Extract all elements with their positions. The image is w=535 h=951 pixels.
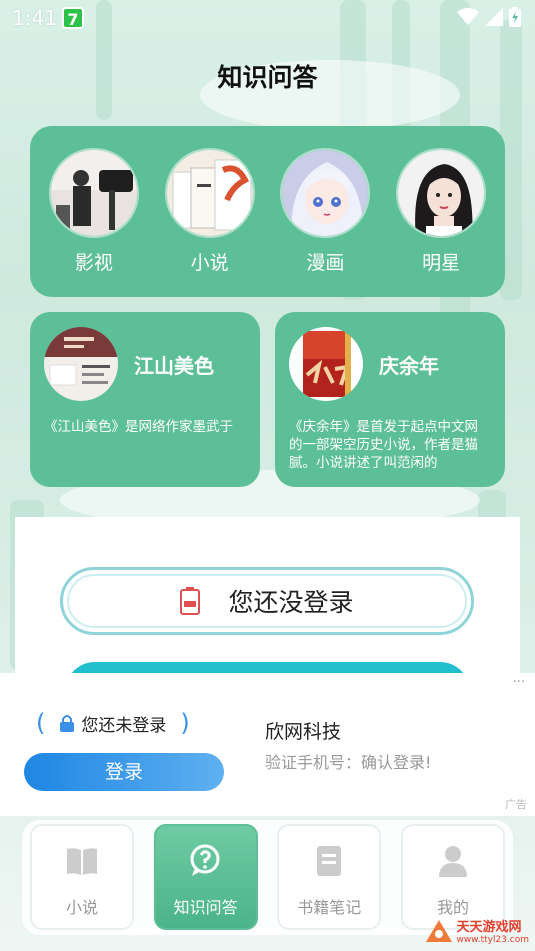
left-paren-decoration: ( — [36, 709, 46, 737]
book-icon — [67, 848, 97, 875]
person-icon — [438, 846, 467, 877]
books-photo — [164, 148, 255, 238]
category-label: 漫画 — [306, 252, 345, 274]
tab-label: 我的 — [436, 898, 469, 917]
status-bar: 1:41 7 — [0, 0, 535, 36]
note-icon — [317, 846, 342, 876]
wifi-icon — [457, 8, 479, 25]
anime-girl-photo — [280, 148, 371, 238]
book-header: 江山美色 — [44, 326, 246, 402]
tab-mine[interactable]: 我的 — [400, 824, 505, 930]
book-title: 庆余年 — [379, 353, 439, 378]
book-card[interactable]: 江山美色 《江山美色》是网络作家墨武于 — [30, 312, 260, 487]
tab-label: 书籍笔记 — [297, 898, 362, 917]
login-prompt-label: 您还没登录 — [228, 588, 354, 617]
ad-more-icon[interactable]: ··· — [513, 675, 525, 690]
category-novel[interactable]: 小说 — [160, 148, 260, 297]
battery-icon — [509, 7, 521, 27]
category-celebrity[interactable]: 明星 — [391, 148, 491, 297]
book-card[interactable]: 庆余年 《庆余年》是首发于起点中文网的一部架空历史小说，作者是猫腻。小说讲述了叫… — [275, 312, 505, 487]
tab-label: 知识问答 — [173, 898, 238, 917]
page-title: 知识问答 — [217, 63, 318, 92]
ad-login-status: ( 您还未登录 ) — [36, 709, 190, 737]
ad-banner[interactable]: ··· ( 您还未登录 ) 登录 欣网科技 验证手机号：确认登录! 广告 — [0, 673, 535, 816]
watermark-name: 天天游戏网 — [456, 920, 522, 935]
app-notification-icon: 7 — [62, 7, 84, 29]
signal-icon — [485, 8, 503, 26]
site-watermark: 天天游戏网 www.ttyl23.com — [426, 916, 529, 945]
watermark-logo-icon — [426, 919, 453, 942]
ad-status-text: 您还未登录 — [81, 715, 167, 736]
book-description: 《江山美色》是网络作家墨武于 — [44, 419, 233, 435]
system-icons — [457, 7, 521, 27]
right-paren-decoration: ) — [180, 709, 190, 737]
film-camera-photo — [48, 148, 139, 238]
tab-notes[interactable]: 书籍笔记 — [277, 824, 382, 930]
category-label: 明星 — [422, 252, 461, 274]
login-panel: 您还没登录 — [15, 517, 520, 692]
book-title: 江山美色 — [134, 353, 214, 378]
category-card: 影视 小说 漫画 明星 — [30, 126, 505, 297]
watermark-url: www.ttyl23.com — [456, 935, 529, 945]
tab-novel[interactable]: 小说 — [30, 824, 134, 930]
ad-company-name: 欣网科技 — [265, 721, 342, 743]
vip-card-icon — [180, 587, 201, 615]
question-bubble-icon — [190, 844, 220, 876]
category-comic[interactable]: 漫画 — [275, 148, 375, 297]
tab-label: 小说 — [65, 898, 98, 917]
category-film[interactable]: 影视 — [44, 148, 144, 297]
tab-qa[interactable]: 知识问答 — [153, 824, 258, 930]
celebrity-photo — [396, 148, 487, 238]
book-header: 庆余年 — [289, 326, 491, 402]
book-cover-image — [44, 327, 118, 401]
lock-icon — [60, 715, 75, 732]
status-time: 1:41 — [12, 6, 57, 30]
ad-login-button[interactable]: 登录 — [24, 753, 224, 791]
category-label: 影视 — [74, 252, 113, 274]
ad-subtitle: 验证手机号：确认登录! — [265, 753, 432, 772]
category-label: 小说 — [190, 252, 229, 274]
login-prompt-button[interactable]: 您还没登录 — [60, 567, 474, 635]
ad-label: 广告 — [505, 798, 527, 811]
book-cover-image — [289, 327, 363, 401]
book-description: 《庆余年》是首发于起点中文网的一部架空历史小说，作者是猫腻。小说讲述了叫范闲的 — [289, 419, 478, 471]
